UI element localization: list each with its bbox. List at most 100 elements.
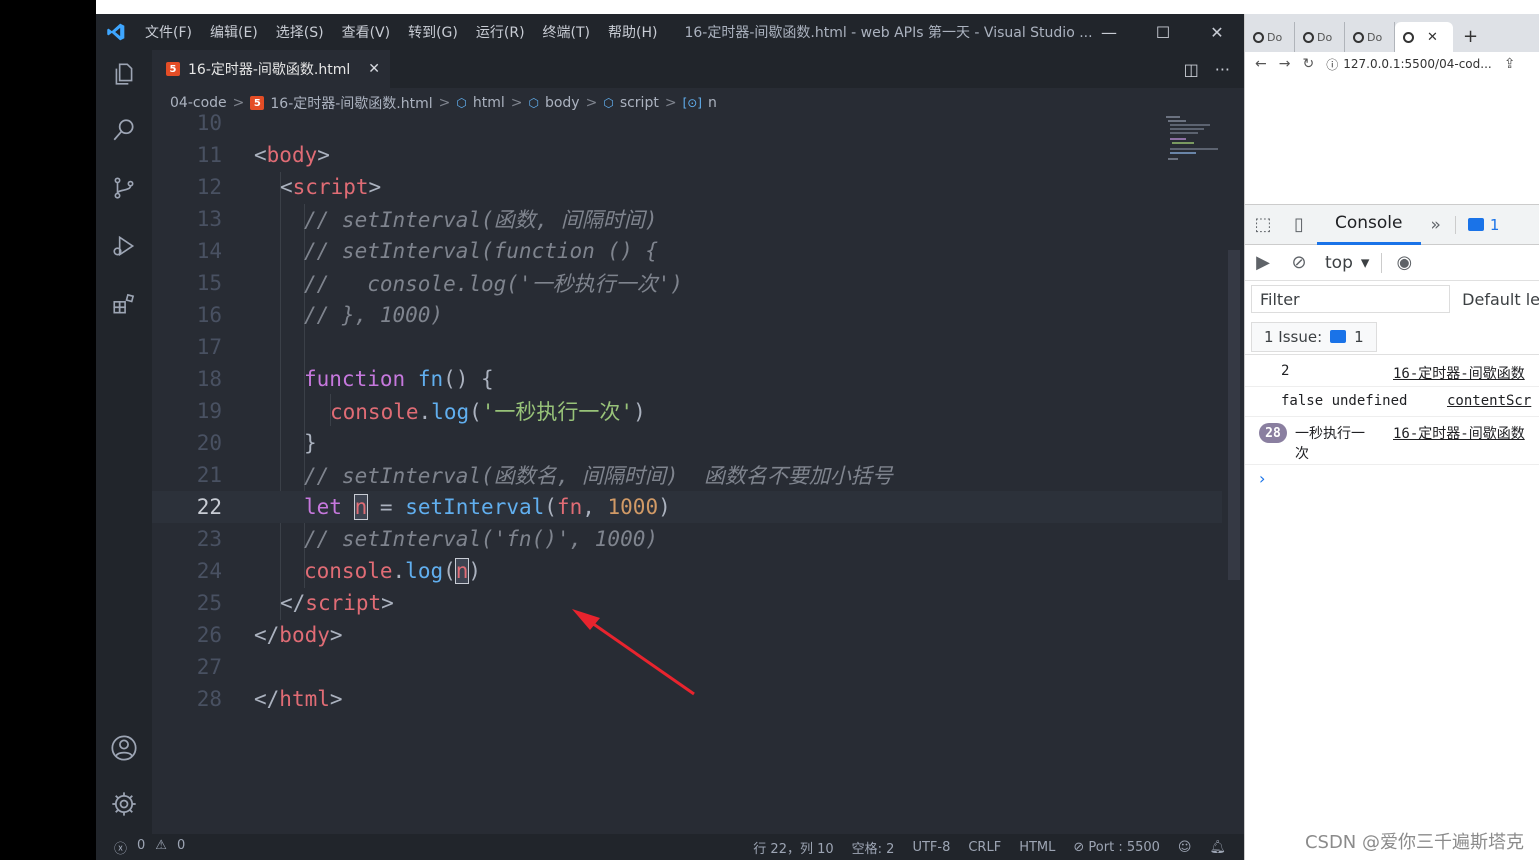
new-tab-icon[interactable]: + xyxy=(1463,22,1478,52)
cursor-position[interactable]: 行 22，列 10 xyxy=(753,838,833,857)
activity-bar xyxy=(96,50,152,834)
console-prompt-icon[interactable]: › xyxy=(1259,469,1265,488)
inspect-element-icon[interactable]: ⬚ xyxy=(1245,205,1281,245)
account-icon[interactable] xyxy=(108,732,140,764)
close-tab-icon[interactable]: ✕ xyxy=(368,61,380,77)
browser-tab[interactable]: Do xyxy=(1345,22,1395,52)
breadcrumb-script[interactable]: script xyxy=(620,95,659,111)
problems-indicator[interactable]: ⓧ 0 ⚠ 0 xyxy=(114,838,185,857)
context-label: top xyxy=(1325,252,1353,273)
device-toggle-icon[interactable]: ▯ xyxy=(1281,205,1317,245)
menu-view[interactable]: 查看(V) xyxy=(333,22,400,42)
forward-icon[interactable]: → xyxy=(1279,56,1291,72)
share-icon[interactable]: ⇪ xyxy=(1504,56,1516,72)
menu-go[interactable]: 转到(G) xyxy=(399,22,467,42)
line-number: 18 xyxy=(196,367,222,391)
html5-file-icon: 5 xyxy=(250,96,265,110)
vertical-scrollbar[interactable] xyxy=(1228,250,1240,580)
search-icon[interactable] xyxy=(108,114,140,146)
issues-button[interactable]: 1 Issue: 1 xyxy=(1251,321,1377,352)
code-comment: // setInterval(函数名, 间隔时间) 函数名不要加小括号 xyxy=(304,464,893,488)
back-icon[interactable]: ← xyxy=(1255,56,1267,72)
menu-run[interactable]: 运行(R) xyxy=(467,22,534,42)
code-line: 19 console.log('一秒执行一次') xyxy=(152,395,1222,427)
minimize-button[interactable]: — xyxy=(1082,14,1136,50)
line-number: 12 xyxy=(196,175,222,199)
code-line: 24 console.log(n) xyxy=(152,555,1222,587)
line-number: 28 xyxy=(196,687,222,711)
log-source-link[interactable]: 16-定时器-间歇函数 xyxy=(1393,423,1525,443)
feedback-icon[interactable]: ☺ xyxy=(1178,840,1192,855)
maximize-button[interactable]: ☐ xyxy=(1136,14,1190,50)
editor-tab[interactable]: 5 16-定时器-间歇函数.html ✕ xyxy=(152,50,390,88)
encoding[interactable]: UTF-8 xyxy=(912,840,950,855)
menu-help[interactable]: 帮助(H) xyxy=(599,22,666,42)
line-number: 13 xyxy=(196,207,222,231)
breadcrumb-file[interactable]: 16-定时器-间歇函数.html xyxy=(270,93,432,113)
console-filter-row: Filter Default le xyxy=(1245,281,1539,317)
code-editor[interactable]: 10 11 <body> 12 <script> 13 // setInterval(… xyxy=(152,112,1222,834)
close-window-button[interactable]: ✕ xyxy=(1190,14,1244,50)
breadcrumb-html[interactable]: html xyxy=(473,95,505,111)
browser-tab[interactable]: Do xyxy=(1295,22,1345,52)
sidebar-toggle-icon[interactable]: ▶ xyxy=(1245,243,1281,283)
menu-edit[interactable]: 编辑(E) xyxy=(201,22,267,42)
code-line: 20} xyxy=(152,427,1222,459)
live-expression-eye-icon[interactable]: ◉ xyxy=(1386,243,1422,283)
language-mode[interactable]: HTML xyxy=(1019,840,1055,855)
vscode-window: 文件(F) 编辑(E) 选择(S) 查看(V) 转到(G) 运行(R) 终端(T… xyxy=(96,14,1244,860)
line-number: 15 xyxy=(196,271,222,295)
status-right: 行 22，列 10 空格: 2 UTF-8 CRLF HTML ⊘ Port :… xyxy=(753,834,1226,860)
settings-gear-icon[interactable] xyxy=(108,788,140,820)
filter-input[interactable]: Filter xyxy=(1251,285,1451,313)
code-text: </body> xyxy=(254,623,343,647)
log-levels-dropdown[interactable]: Default le xyxy=(1462,290,1539,309)
explorer-icon[interactable] xyxy=(108,58,140,90)
context-selector[interactable]: top ▾ xyxy=(1325,252,1383,273)
issues-badge[interactable]: 1 xyxy=(1454,215,1499,234)
breadcrumb-symbol[interactable]: n xyxy=(708,95,717,111)
variable-icon: [⊙] xyxy=(682,96,702,110)
code-line: 18 function fn() { xyxy=(152,363,1222,395)
log-source-link[interactable]: contentScr xyxy=(1447,393,1531,409)
devtools-tabs: ⬚ ▯ Console » 1 xyxy=(1245,205,1539,245)
browser-tab-active[interactable]: ✕ xyxy=(1395,22,1453,52)
breadcrumb-folder[interactable]: 04-code xyxy=(170,95,227,111)
menu-file[interactable]: 文件(F) xyxy=(136,22,201,42)
issues-count: 1 xyxy=(1354,327,1364,346)
more-actions-icon[interactable]: ··· xyxy=(1215,60,1230,79)
menu-terminal[interactable]: 终端(T) xyxy=(534,22,599,42)
run-debug-icon[interactable] xyxy=(108,230,140,262)
globe-icon xyxy=(1403,31,1414,43)
source-control-icon[interactable] xyxy=(108,172,140,204)
more-tabs-icon[interactable]: » xyxy=(1431,215,1441,235)
code-text: console.log('一秒执行一次') xyxy=(330,400,646,424)
code-line: 23 // setInterval('fn()', 1000) xyxy=(152,523,1222,555)
indentation[interactable]: 空格: 2 xyxy=(852,838,895,857)
reload-icon[interactable]: ↻ xyxy=(1302,56,1314,72)
end-of-line[interactable]: CRLF xyxy=(968,840,1001,855)
browser-tab-label: Do xyxy=(1267,30,1283,44)
log-value: 一秒执行一 xyxy=(1295,426,1365,442)
breadcrumb-body[interactable]: body xyxy=(545,95,580,111)
live-server-port[interactable]: ⊘ Port : 5500 xyxy=(1073,840,1160,855)
minimap[interactable] xyxy=(1166,114,1226,164)
line-number: 20 xyxy=(196,431,222,455)
code-text: let n = setInterval(fn, 1000) xyxy=(304,494,671,520)
split-editor-icon[interactable]: ◫ xyxy=(1184,60,1199,79)
clear-console-icon[interactable]: ⊘ xyxy=(1281,243,1317,283)
menu-selection[interactable]: 选择(S) xyxy=(267,22,333,42)
extensions-icon[interactable] xyxy=(108,288,140,320)
line-number: 14 xyxy=(196,239,222,263)
console-log-row: 2 16-定时器-间歇函数 xyxy=(1245,357,1539,387)
line-number: 11 xyxy=(196,143,222,167)
html5-file-icon: 5 xyxy=(166,62,180,76)
browser-tab[interactable]: Do xyxy=(1245,22,1295,52)
info-icon: ⓘ xyxy=(1326,57,1339,72)
console-tab[interactable]: Console xyxy=(1317,205,1421,245)
code-line: 27 xyxy=(152,651,1222,683)
address-bar[interactable]: ⓘ 127.0.0.1:5500/04-cod... xyxy=(1326,56,1492,73)
notification-bell-icon[interactable]: 🔔︎ xyxy=(1209,840,1226,855)
close-tab-icon[interactable]: ✕ xyxy=(1427,30,1438,45)
log-source-link[interactable]: 16-定时器-间歇函数 xyxy=(1393,363,1525,383)
